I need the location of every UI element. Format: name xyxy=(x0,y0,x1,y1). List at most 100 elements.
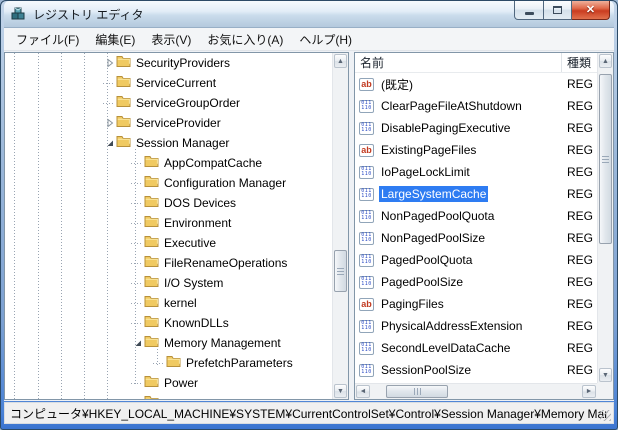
scroll-right-button[interactable]: ► xyxy=(582,385,596,398)
tree-item-serviceprovider[interactable]: ServiceProvider xyxy=(5,113,332,133)
value-name[interactable]: IoPageLockLimit xyxy=(379,164,472,180)
tree-item-filerenameoperations[interactable]: FileRenameOperations xyxy=(5,253,332,273)
title-bar[interactable]: レジストリ エディタ ✕ xyxy=(4,1,614,28)
tree-item-label[interactable]: Configuration Manager xyxy=(164,176,286,190)
folder-icon xyxy=(144,314,159,332)
value-name[interactable]: SecondLevelDataCache xyxy=(379,340,512,356)
tree-item-i-o-system[interactable]: I/O System xyxy=(5,273,332,293)
registry-value-row-pagedpoolsize[interactable]: 011110PagedPoolSizeREG xyxy=(355,271,597,293)
tree-item-kernel[interactable]: kernel xyxy=(5,293,332,313)
registry-value-row-pagingfiles[interactable]: abPagingFilesREG xyxy=(355,293,597,315)
maximize-button[interactable] xyxy=(544,1,572,20)
value-name[interactable]: ClearPageFileAtShutdown xyxy=(379,98,524,114)
tree-item-label[interactable]: KnownDLLs xyxy=(164,316,229,330)
tree-item[interactable] xyxy=(5,393,332,399)
tree-item-executive[interactable]: Executive xyxy=(5,233,332,253)
scroll-down-button[interactable]: ▼ xyxy=(599,368,612,382)
expand-icon[interactable] xyxy=(103,117,116,129)
value-name[interactable]: (既定) xyxy=(379,75,415,94)
menu-file[interactable]: ファイル(F) xyxy=(8,28,87,51)
tree-item-label[interactable]: DOS Devices xyxy=(164,196,236,210)
collapse-icon[interactable] xyxy=(131,337,144,349)
value-name[interactable]: ExistingPageFiles xyxy=(379,142,478,158)
scrollbar-track[interactable] xyxy=(371,384,581,399)
tree-vertical-scrollbar[interactable]: ▲ ▼ xyxy=(332,53,348,399)
tree-item-dos-devices[interactable]: DOS Devices xyxy=(5,193,332,213)
scrollbar-thumb[interactable] xyxy=(599,74,612,244)
registry-value-row-largesystemcache[interactable]: 011110LargeSystemCacheREG xyxy=(355,183,597,205)
tree-item-servicegrouporder[interactable]: ServiceGroupOrder xyxy=(5,93,332,113)
list-horizontal-scrollbar[interactable]: ◄ ► xyxy=(355,383,597,399)
value-name[interactable]: PhysicalAddressExtension xyxy=(379,318,524,334)
close-button[interactable]: ✕ xyxy=(572,1,610,20)
list-vertical-scrollbar[interactable]: ▲ ▼ xyxy=(597,53,613,383)
registry-value-row-existingpagefiles[interactable]: abExistingPageFilesREG xyxy=(355,139,597,161)
registry-value-row-[interactable]: ab(既定)REG xyxy=(355,73,597,95)
scrollbar-track[interactable] xyxy=(598,69,613,367)
tree-item-servicecurrent[interactable]: ServiceCurrent xyxy=(5,73,332,93)
scroll-up-button[interactable]: ▲ xyxy=(334,54,347,68)
menu-view[interactable]: 表示(V) xyxy=(143,28,199,51)
tree-item-label[interactable]: ServiceGroupOrder xyxy=(136,96,240,110)
registry-value-row-secondleveldatacache[interactable]: 011110SecondLevelDataCacheREG xyxy=(355,337,597,359)
value-name-cell: 011110SessionPoolSize xyxy=(355,362,562,378)
tree-item-label[interactable]: FileRenameOperations xyxy=(164,256,287,270)
value-name[interactable]: PagedPoolSize xyxy=(379,274,465,290)
menu-favorites[interactable]: お気に入り(A) xyxy=(199,28,291,51)
scroll-left-button[interactable]: ◄ xyxy=(356,385,370,398)
resize-grip-icon[interactable] xyxy=(600,410,611,421)
value-name[interactable]: PagedPoolQuota xyxy=(379,252,474,268)
value-name-selected[interactable]: LargeSystemCache xyxy=(379,186,488,202)
tree-item-label[interactable]: Power xyxy=(164,376,198,390)
value-name[interactable]: DisablePagingExecutive xyxy=(379,120,512,136)
column-header-name[interactable]: 名前 xyxy=(355,53,562,72)
value-type-cell: REG xyxy=(562,99,597,113)
tree-item-prefetchparameters[interactable]: PrefetchParameters xyxy=(5,353,332,373)
tree-item-label[interactable]: kernel xyxy=(164,296,197,310)
tree-item-securityproviders[interactable]: SecurityProviders xyxy=(5,53,332,73)
tree-item-label[interactable]: Memory Management xyxy=(164,336,281,350)
tree-item-label[interactable]: Executive xyxy=(164,236,216,250)
tree-item-label[interactable]: AppCompatCache xyxy=(164,156,262,170)
value-name[interactable]: PagingFiles xyxy=(379,296,446,312)
scroll-down-button[interactable]: ▼ xyxy=(334,384,347,398)
tree-item-label[interactable]: ServiceCurrent xyxy=(136,76,216,90)
registry-value-row-nonpagedpoolquota[interactable]: 011110NonPagedPoolQuotaREG xyxy=(355,205,597,227)
menu-edit[interactable]: 編集(E) xyxy=(87,28,143,51)
menu-help[interactable]: ヘルプ(H) xyxy=(291,28,360,51)
collapse-icon[interactable] xyxy=(103,137,116,149)
tree-item-appcompatcache[interactable]: AppCompatCache xyxy=(5,153,332,173)
value-name[interactable]: SessionPoolSize xyxy=(379,362,473,378)
tree-item-label[interactable]: I/O System xyxy=(164,276,223,290)
registry-value-row-physicaladdressextension[interactable]: 011110PhysicalAddressExtensionREG xyxy=(355,315,597,337)
tree-item-configuration-manager[interactable]: Configuration Manager xyxy=(5,173,332,193)
scroll-up-button[interactable]: ▲ xyxy=(599,54,612,68)
tree-item-label[interactable]: SecurityProviders xyxy=(136,56,230,70)
registry-value-row-iopagelocklimit[interactable]: 011110IoPageLockLimitREG xyxy=(355,161,597,183)
registry-value-row-pagedpoolquota[interactable]: 011110PagedPoolQuotaREG xyxy=(355,249,597,271)
scrollbar-track[interactable] xyxy=(333,69,348,383)
value-name[interactable]: NonPagedPoolSize xyxy=(379,230,487,246)
tree-item-label[interactable]: Session Manager xyxy=(136,136,229,150)
registry-value-row-clearpagefileatshutdown[interactable]: 011110 ClearPageFileAtShutdown REG xyxy=(355,95,597,117)
tree-item-memory-management[interactable]: Memory Management xyxy=(5,333,332,353)
registry-value-row-sessionpoolsize[interactable]: 011110SessionPoolSizeREG xyxy=(355,359,597,381)
tree-item-label[interactable]: Environment xyxy=(164,216,231,230)
scrollbar-thumb[interactable] xyxy=(334,250,347,292)
registry-value-row-nonpagedpoolsize[interactable]: 011110NonPagedPoolSizeREG xyxy=(355,227,597,249)
column-header-type[interactable]: 種類 xyxy=(562,53,597,72)
value-name[interactable]: NonPagedPoolQuota xyxy=(379,208,496,224)
registry-value-row-disablepagingexecutive[interactable]: 011110DisablePagingExecutiveREG xyxy=(355,117,597,139)
tree-item-knowndlls[interactable]: KnownDLLs xyxy=(5,313,332,333)
scrollbar-thumb[interactable] xyxy=(386,385,448,398)
expand-icon[interactable] xyxy=(103,57,116,69)
tree-item-environment[interactable]: Environment xyxy=(5,213,332,233)
list-body: 名前 種類 ab(既定)REG 011110 ClearPageFileAtShut… xyxy=(355,53,613,383)
dword-value-icon: 011110 xyxy=(359,100,374,113)
tree-item-label[interactable]: ServiceProvider xyxy=(136,116,221,130)
tree-item-session-manager[interactable]: Session Manager xyxy=(5,133,332,153)
app-icon xyxy=(10,6,26,22)
tree-item-power[interactable]: Power xyxy=(5,373,332,393)
minimize-button[interactable] xyxy=(514,1,544,20)
tree-item-label[interactable]: PrefetchParameters xyxy=(186,356,293,370)
